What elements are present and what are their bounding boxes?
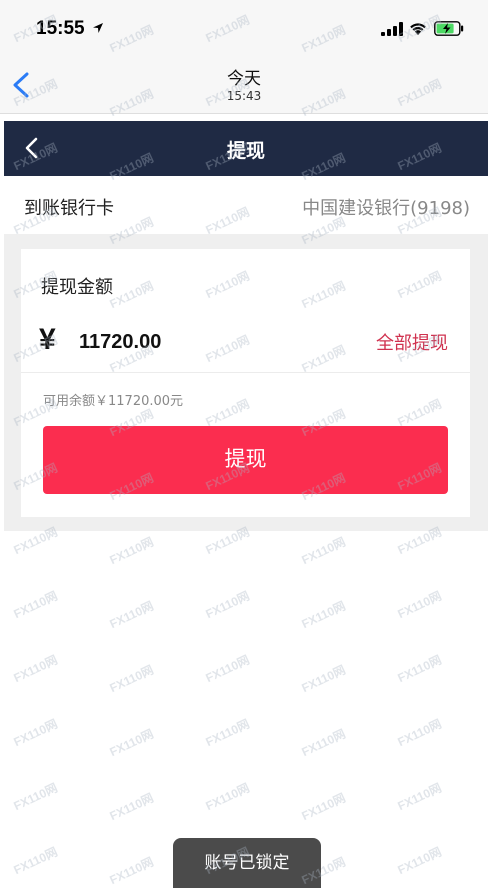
watermark-text: FX110网 xyxy=(107,662,156,696)
watermark-text: FX110网 xyxy=(11,844,60,878)
withdraw-amount-title: 提现金额 xyxy=(41,277,113,298)
bank-card-value: 中国建设银行(9198) xyxy=(302,198,470,219)
watermark-text: FX110网 xyxy=(299,598,348,632)
watermark-text: FX110网 xyxy=(107,790,156,824)
location-arrow-icon xyxy=(93,23,103,33)
nav-bar: 提现 xyxy=(4,121,488,176)
watermark-text: FX110网 xyxy=(11,780,60,814)
watermark-text: FX110网 xyxy=(395,780,444,814)
cellular-signal-icon xyxy=(381,22,403,36)
withdraw-card: 提现金额 ¥ 全部提现 可用余额￥11720.00元 提现 xyxy=(21,249,470,517)
toast-message: 账号已锁定 xyxy=(173,838,321,888)
status-bar: 15:55 xyxy=(0,0,488,56)
watermark-text: FX110网 xyxy=(203,716,252,750)
watermark-text: FX110网 xyxy=(107,854,156,888)
watermark-text: FX110网 xyxy=(107,534,156,568)
wifi-icon xyxy=(410,23,426,35)
watermark-text: FX110网 xyxy=(11,716,60,750)
watermark-text: FX110网 xyxy=(299,790,348,824)
page-title: 提现 xyxy=(226,140,265,162)
watermark-text: FX110网 xyxy=(299,726,348,760)
top-header: 今天 15:43 xyxy=(0,56,488,114)
watermark-text: FX110网 xyxy=(107,598,156,632)
status-time: 15:55 xyxy=(36,18,85,39)
battery-charging-icon xyxy=(434,21,464,36)
watermark-text: FX110网 xyxy=(203,780,252,814)
watermark-text: FX110网 xyxy=(395,716,444,750)
amount-input[interactable] xyxy=(79,325,329,359)
header-subtitle: 15:43 xyxy=(226,89,262,103)
available-balance: 可用余额￥11720.00元 xyxy=(43,394,184,409)
watermark-text: FX110网 xyxy=(203,588,252,622)
currency-symbol: ¥ xyxy=(39,323,56,356)
watermark-text: FX110网 xyxy=(11,652,60,686)
watermark-text: FX110网 xyxy=(395,844,444,878)
withdraw-all-link[interactable]: 全部提现 xyxy=(376,329,448,355)
watermark-text: FX110网 xyxy=(395,652,444,686)
watermark-text: FX110网 xyxy=(11,588,60,622)
watermark-text: FX110网 xyxy=(107,726,156,760)
bank-card-row[interactable]: 到账银行卡 中国建设银行(9198) xyxy=(4,176,488,234)
header-title: 今天 xyxy=(227,69,261,89)
watermark-text: FX110网 xyxy=(299,662,348,696)
watermark-text: FX110网 xyxy=(203,652,252,686)
withdraw-submit-button[interactable]: 提现 xyxy=(43,426,448,494)
bank-card-label: 到账银行卡 xyxy=(24,198,114,219)
divider xyxy=(21,372,470,373)
watermark-text: FX110网 xyxy=(395,588,444,622)
watermark-text: FX110网 xyxy=(299,534,348,568)
